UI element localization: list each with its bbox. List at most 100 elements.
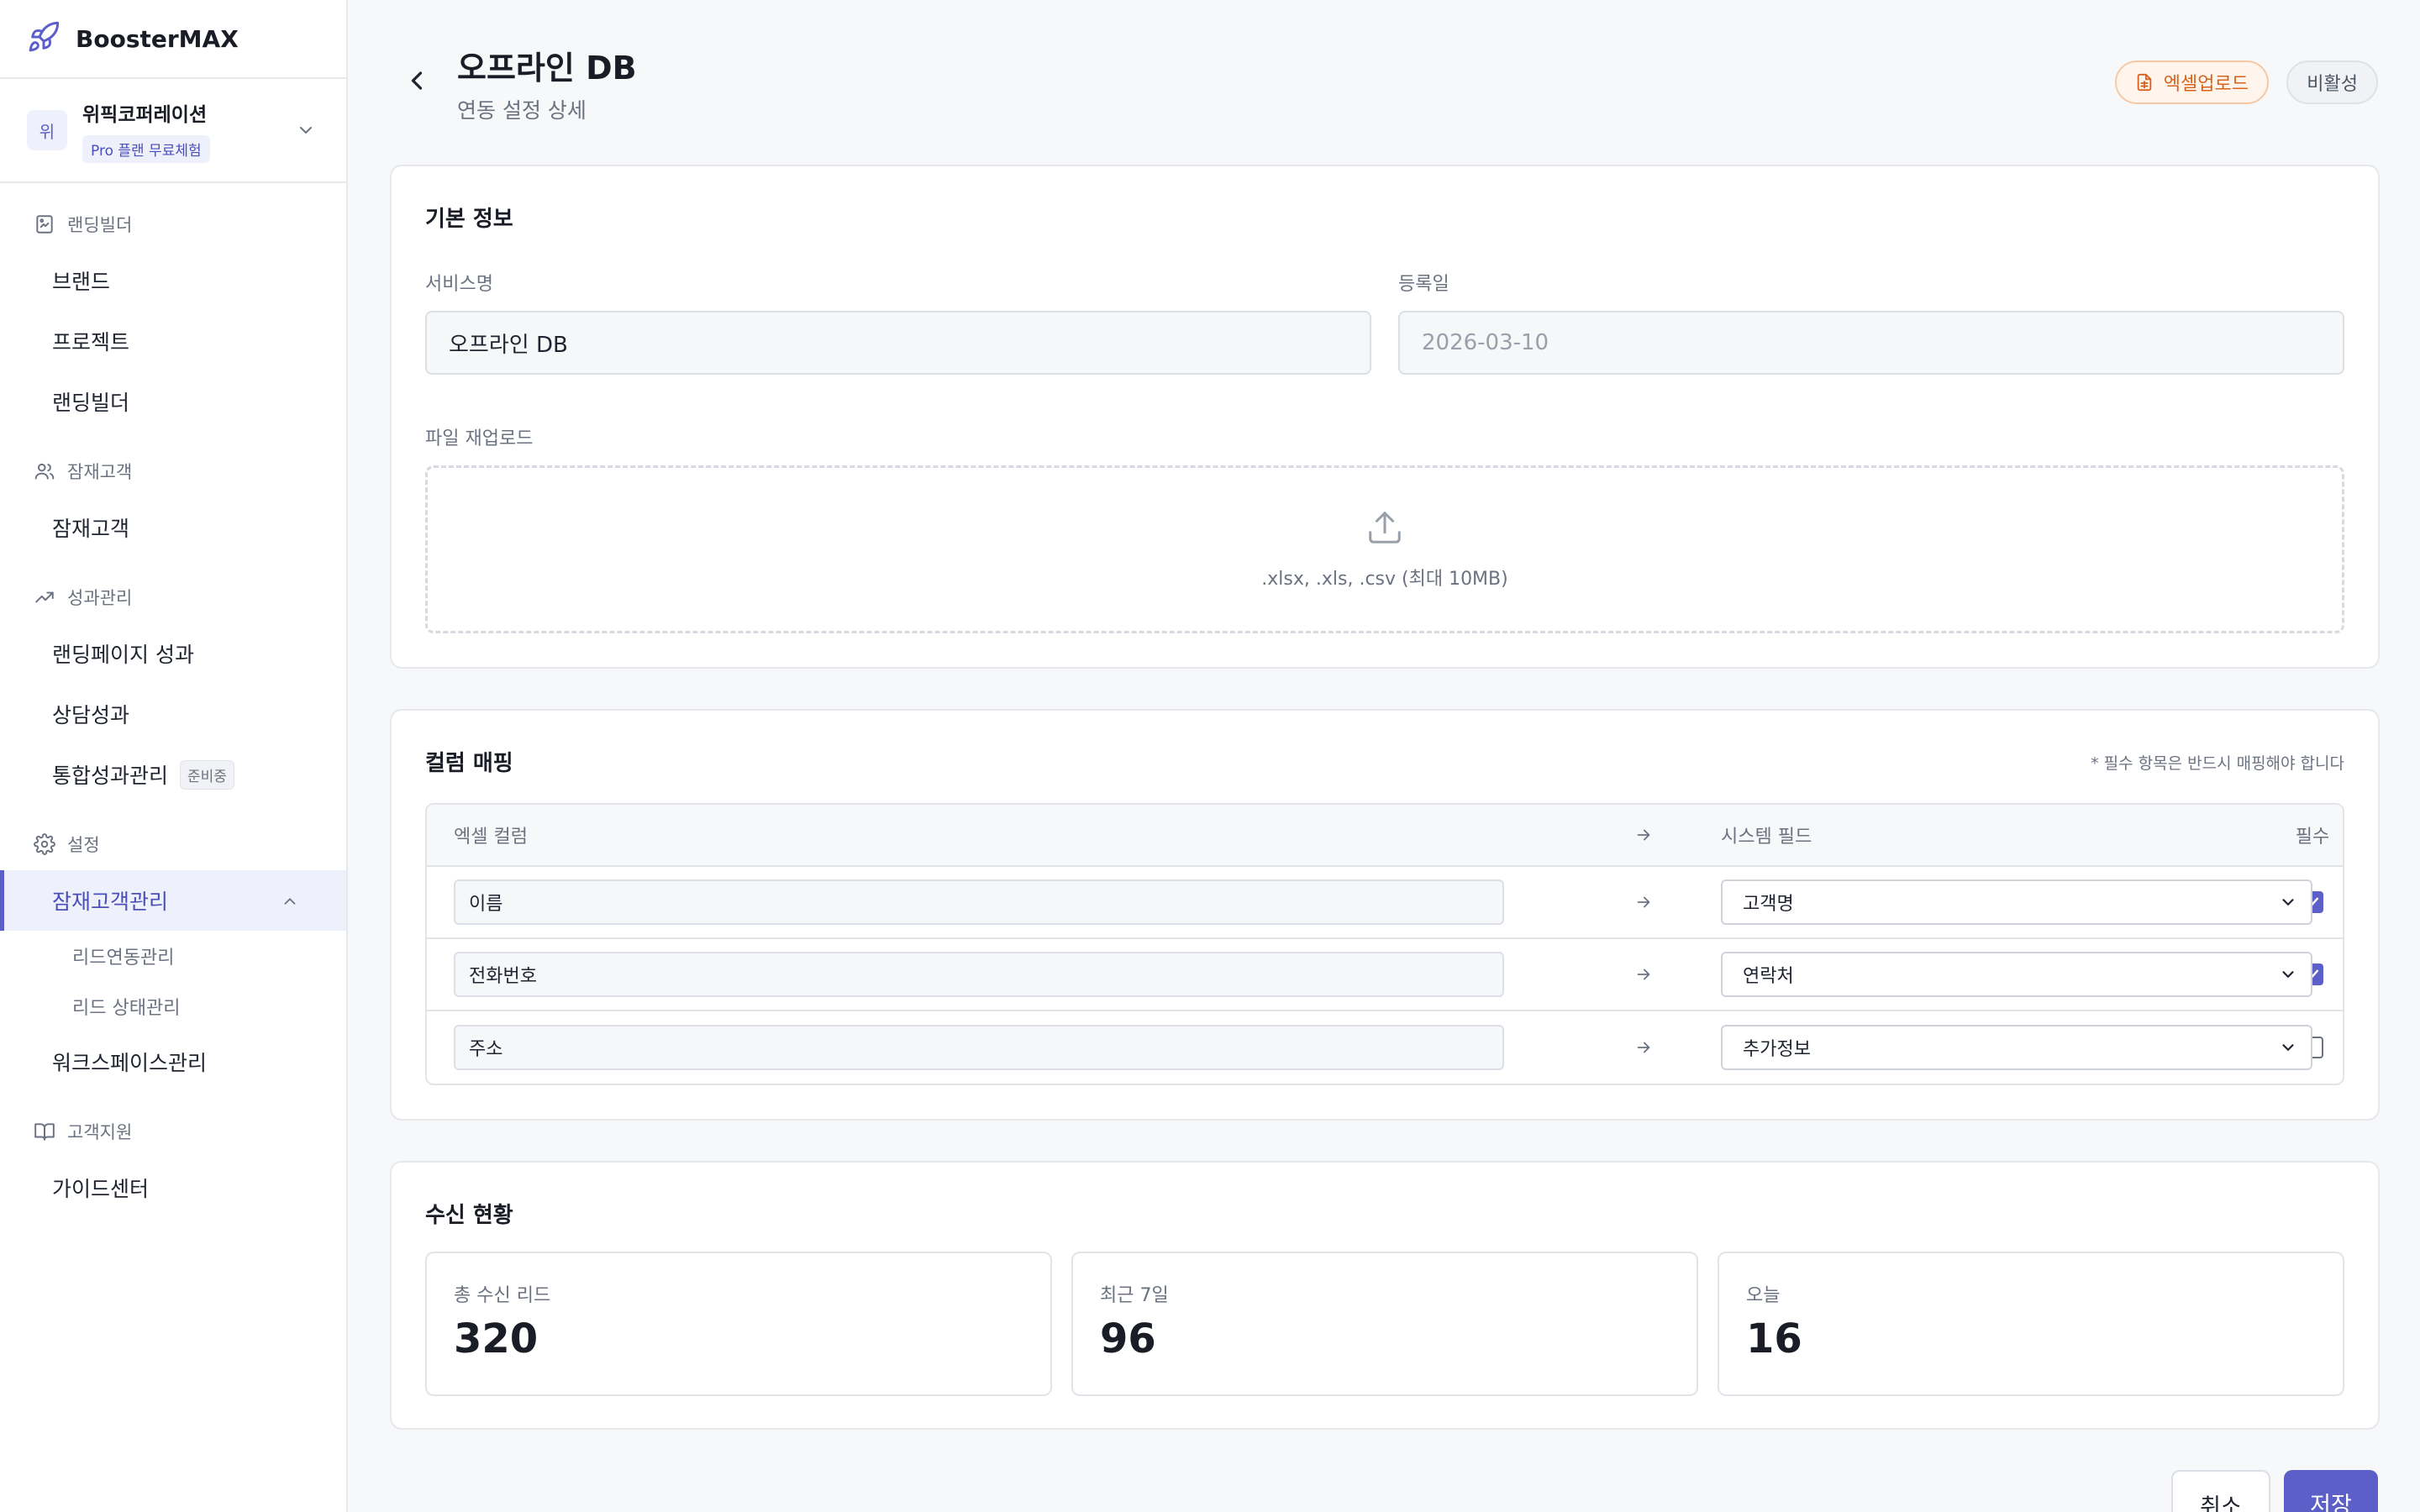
- service-name-label: 서비스명: [425, 274, 493, 295]
- mapping-row: 이름 고객명: [427, 867, 2343, 939]
- upload-icon: [1365, 508, 1404, 550]
- sidebar-item-prospect-management[interactable]: 잠재고객관리: [0, 870, 346, 931]
- section-label: 성과관리: [67, 588, 133, 608]
- sidebar-item-landing-performance[interactable]: 랜딩페이지 성과: [0, 623, 346, 684]
- stat-label: 총 수신 리드: [454, 1285, 551, 1306]
- system-field-select[interactable]: 고객명: [1721, 879, 2312, 925]
- section-label: 잠재고객: [67, 462, 133, 482]
- stat-value: 16: [1746, 1315, 1802, 1362]
- sidebar-subitem-lead-link[interactable]: 리드연동관리: [0, 931, 346, 981]
- chevron-down-icon: [2282, 1044, 2294, 1052]
- sidebar-item-prospects[interactable]: 잠재고객: [0, 497, 346, 558]
- section-prospects: 잠재고객: [0, 445, 346, 497]
- service-name-field[interactable]: 오프라인 DB: [425, 311, 1371, 375]
- arrow-right-icon: [1637, 1042, 1650, 1053]
- section-settings: 설정: [0, 818, 346, 870]
- rocket-icon: [27, 20, 60, 57]
- coming-soon-badge: 준비중: [180, 759, 234, 790]
- mapping-row: 주소 추가정보: [427, 1011, 2343, 1084]
- mapping-table: 엑셀 컬럼 시스템 필드 필수 이름 고객명 전화번호 연락처 주소 추가정보: [425, 803, 2344, 1085]
- stat-value: 320: [454, 1315, 539, 1362]
- file-dropzone[interactable]: .xlsx, .xls, .csv (최대 10MB): [425, 465, 2344, 633]
- section-landing: 랜딩빌더: [0, 198, 346, 250]
- arrow-right-icon: [1637, 829, 1650, 841]
- sidebar-item-label: 잠재고객관리: [52, 890, 169, 914]
- org-switcher[interactable]: 위 위픽코퍼레이션 Pro 플랜 무료체험: [0, 79, 346, 183]
- system-field-select[interactable]: 추가정보: [1721, 1025, 2312, 1070]
- sidebar-nav: 랜딩빌더 브랜드 프로젝트 랜딩빌더 잠재고객 잠재고객 성과관리 랜딩페이지 …: [0, 183, 346, 1218]
- stat-label: 오늘: [1746, 1285, 1781, 1306]
- inactive-button[interactable]: 비활성: [2286, 60, 2378, 104]
- app-name: BoosterMAX: [76, 24, 239, 53]
- header-system-field: 시스템 필드: [1721, 827, 1812, 848]
- sidebar-item-consult-performance[interactable]: 상담성과: [0, 684, 346, 744]
- book-icon: [34, 1123, 55, 1141]
- receiving-status-card: 수신 현황 총 수신 리드 320 최근 7일 96 오늘 16: [390, 1161, 2380, 1430]
- org-name: 위픽코퍼레이션: [82, 103, 208, 126]
- file-reupload-label: 파일 재업로드: [425, 428, 534, 449]
- stat-today: 오늘 16: [1718, 1252, 2344, 1396]
- header-excel-column: 엑셀 컬럼: [454, 827, 528, 848]
- section-performance: 성과관리: [0, 571, 346, 623]
- mapping-header-row: 엑셀 컬럼 시스템 필드 필수: [427, 805, 2343, 867]
- section-label: 랜딩빌더: [67, 215, 133, 235]
- sidebar-subitem-lead-status[interactable]: 리드 상태관리: [0, 981, 346, 1032]
- chevron-up-icon: [281, 891, 299, 910]
- excel-column-input[interactable]: 전화번호: [454, 952, 1504, 997]
- trend-icon: [35, 591, 54, 603]
- arrow-right-icon: [1637, 969, 1650, 980]
- stat-value: 96: [1100, 1315, 1156, 1362]
- sidebar-item-integrated-performance[interactable]: 통합성과관리 준비중: [0, 744, 346, 805]
- column-mapping-card: 컬럼 매핑 * 필수 항목은 반드시 매핑해야 합니다 엑셀 컬럼 시스템 필드…: [390, 709, 2380, 1121]
- main-content: 오프라인 DB 연동 설정 상세 엑셀업로드 비활성 기본 정보 서비스명 오프…: [350, 0, 2420, 1512]
- stat-last-7-days: 최근 7일 96: [1071, 1252, 1698, 1396]
- chevron-down-icon[interactable]: [296, 120, 316, 140]
- org-avatar: 위: [27, 110, 67, 150]
- select-value: 고객명: [1743, 894, 1794, 915]
- sidebar-item-label: 통합성과관리: [52, 764, 169, 788]
- stat-label: 최근 7일: [1100, 1285, 1169, 1306]
- select-value: 추가정보: [1743, 1039, 1811, 1060]
- sidebar-item-brand[interactable]: 브랜드: [0, 250, 346, 311]
- landing-icon: [36, 215, 53, 234]
- chevron-down-icon: [2282, 899, 2294, 906]
- section-support: 고객지원: [0, 1105, 346, 1158]
- select-value: 연락처: [1743, 966, 1794, 987]
- section-label: 고객지원: [67, 1122, 133, 1142]
- sidebar-item-project[interactable]: 프로젝트: [0, 311, 346, 371]
- sidebar-item-landing-builder[interactable]: 랜딩빌더: [0, 371, 346, 432]
- stat-total-leads: 총 수신 리드 320: [425, 1252, 1052, 1396]
- plan-badge: Pro 플랜 무료체험: [82, 134, 210, 163]
- receiving-status-title: 수신 현황: [425, 1203, 513, 1228]
- file-spreadsheet-icon: [2137, 73, 2152, 92]
- required-note: * 필수 항목은 반드시 매핑해야 합니다: [2091, 754, 2344, 773]
- back-arrow-icon[interactable]: [402, 66, 432, 96]
- sidebar-item-guide-center[interactable]: 가이드센터: [0, 1158, 346, 1218]
- save-button[interactable]: 저장: [2284, 1470, 2378, 1512]
- excel-upload-label: 엑셀업로드: [2163, 74, 2249, 95]
- registered-date-field: 2026-03-10: [1398, 311, 2344, 375]
- excel-column-input[interactable]: 주소: [454, 1025, 1504, 1070]
- page-header: 오프라인 DB 연동 설정 상세 엑셀업로드 비활성: [350, 0, 2420, 151]
- sidebar-item-workspace[interactable]: 워크스페이스관리: [0, 1032, 346, 1092]
- chevron-down-icon: [2282, 971, 2294, 979]
- column-mapping-title: 컬럼 매핑: [425, 751, 513, 776]
- page-title: 오프라인 DB: [457, 50, 637, 87]
- brand-header[interactable]: BoosterMAX: [0, 0, 346, 79]
- excel-upload-button[interactable]: 엑셀업로드: [2114, 60, 2269, 104]
- mapping-row: 전화번호 연락처: [427, 939, 2343, 1011]
- registered-date-label: 등록일: [1398, 274, 1449, 295]
- section-label: 설정: [67, 835, 100, 855]
- gear-icon: [34, 833, 55, 855]
- basic-info-card: 기본 정보 서비스명 오프라인 DB 등록일 2026-03-10 파일 재업로…: [390, 165, 2380, 669]
- sidebar: BoosterMAX 위 위픽코퍼레이션 Pro 플랜 무료체험 랜딩빌더 브랜…: [0, 0, 348, 1512]
- page-subtitle: 연동 설정 상세: [457, 98, 587, 123]
- arrow-right-icon: [1637, 896, 1650, 908]
- users-icon: [34, 463, 55, 480]
- excel-column-input[interactable]: 이름: [454, 879, 1504, 925]
- upload-hint: .xlsx, .xls, .csv (최대 10MB): [1261, 569, 1508, 590]
- cancel-button[interactable]: 취소: [2171, 1470, 2270, 1512]
- basic-info-title: 기본 정보: [425, 207, 513, 232]
- system-field-select[interactable]: 연락처: [1721, 952, 2312, 997]
- header-required: 필수: [2295, 827, 2330, 848]
